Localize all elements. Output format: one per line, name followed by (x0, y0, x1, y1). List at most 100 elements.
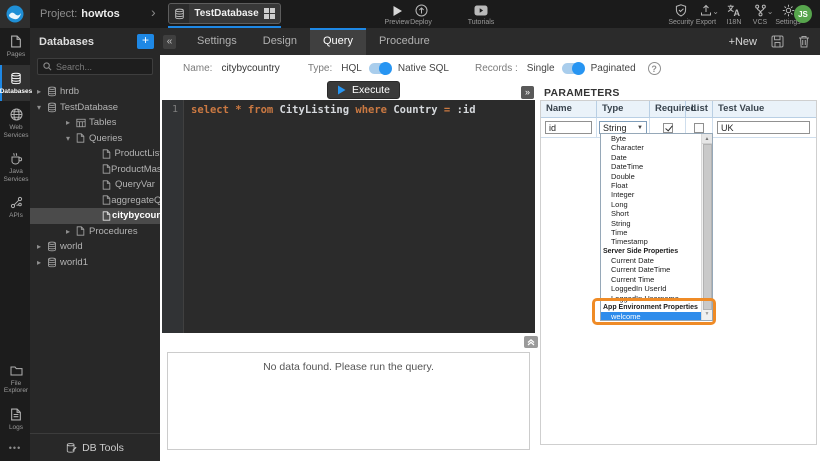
db-tools-button[interactable]: DB Tools (30, 433, 160, 461)
tree-item-productlist[interactable]: ProductList (30, 146, 160, 162)
dropdown-option[interactable]: Float (601, 181, 701, 190)
database-workspace-tab[interactable]: TestDatabase (168, 3, 281, 24)
records-label: Records : (475, 63, 518, 74)
tab-settings[interactable]: Settings (184, 28, 250, 55)
dropdown-option[interactable]: String (601, 219, 701, 228)
add-database-button[interactable]: + (137, 34, 154, 49)
tree-item-citybycountry[interactable]: citybycountry (30, 208, 160, 224)
parameters-table-header: Name Type Required List Test Value (541, 101, 816, 118)
dropdown-option[interactable]: Timestamp (601, 237, 701, 246)
left-icon-sidebar: Pages Databases Web Services Java Servic… (0, 28, 30, 461)
search-input[interactable] (56, 62, 147, 72)
dropdown-option[interactable]: DateTime (601, 162, 701, 171)
tree-item-aggregatequery[interactable]: aggregateQuery (30, 193, 160, 209)
tutorials-button[interactable]: Tutorials (460, 4, 502, 26)
tree-item-testdatabase[interactable]: ▾ TestDatabase (30, 100, 160, 116)
dropdown-option[interactable]: Double (601, 172, 701, 181)
required-checkbox[interactable] (663, 123, 673, 133)
tab-design[interactable]: Design (250, 28, 310, 55)
collapse-results-button[interactable] (524, 336, 538, 348)
tab-procedure[interactable]: Procedure (366, 28, 443, 55)
collapse-panel-button[interactable]: « (163, 35, 176, 49)
project-breadcrumb: Project:howtos (40, 8, 120, 20)
user-avatar[interactable]: JS (794, 5, 812, 23)
query-toolbar: Name: citybycountry Type: HQL Native SQL… (160, 55, 820, 82)
records-option-single[interactable]: Single (527, 63, 555, 74)
dropdown-option[interactable]: Integer (601, 190, 701, 199)
sidebar-item-databases[interactable]: Databases (0, 65, 30, 102)
execute-button[interactable]: Execute (327, 81, 400, 99)
chevron-right-icon[interactable]: ▸ (37, 87, 47, 96)
dropdown-option-selected[interactable]: welcome (601, 312, 701, 320)
list-checkbox[interactable] (694, 123, 704, 133)
tree-item-queries[interactable]: ▾ Queries (30, 131, 160, 147)
dropdown-option[interactable]: Short (601, 209, 701, 218)
tree-item-queryvar[interactable]: QueryVar (30, 177, 160, 193)
more-options-icon[interactable]: ••• (0, 437, 30, 461)
dropdown-option[interactable]: Current DateTime (601, 265, 701, 274)
wavemaker-logo[interactable] (0, 0, 30, 28)
query-name-value: citybycountry (221, 63, 279, 74)
tree-item-tables[interactable]: ▸ Tables (30, 115, 160, 131)
dropdown-option[interactable]: Long (601, 200, 701, 209)
dropdown-option[interactable]: Date (601, 153, 701, 162)
cloud-upload-icon (415, 4, 428, 17)
chevron-right-icon[interactable]: ▸ (66, 227, 76, 236)
chevron-right-icon[interactable]: ▸ (37, 242, 47, 251)
dropdown-group-header: Server Side Properties (601, 247, 701, 256)
tree-item-world[interactable]: ▸ world (30, 239, 160, 255)
dropdown-option[interactable]: Time (601, 228, 701, 237)
scroll-up-icon[interactable]: ▲ (702, 134, 712, 144)
scroll-down-icon[interactable]: ▼ (702, 309, 712, 320)
tree-item-world1[interactable]: ▸ world1 (30, 255, 160, 271)
dropdown-scrollbar[interactable]: ▲ ▼ (701, 134, 712, 320)
grid-view-icon[interactable] (264, 8, 275, 19)
sidebar-item-java-services[interactable]: Java Services (0, 145, 30, 189)
save-icon[interactable] (771, 35, 784, 48)
delete-icon[interactable] (798, 35, 810, 48)
expand-panel-button[interactable]: » (521, 86, 534, 99)
database-icon (47, 257, 60, 268)
tree-item-productmasterlist[interactable]: ProductMasterList (30, 162, 160, 178)
param-test-value-input[interactable] (717, 121, 810, 134)
param-name-input[interactable] (545, 121, 592, 134)
scrollbar-thumb[interactable] (703, 144, 712, 310)
video-icon (474, 4, 488, 17)
search-icon (43, 62, 52, 71)
records-toggle[interactable] (562, 63, 584, 74)
line-number: 1 (172, 104, 178, 115)
tree-item-hrdb[interactable]: ▸ hrdb (30, 84, 160, 100)
dropdown-option[interactable]: Current Time (601, 275, 701, 284)
tab-query[interactable]: Query (310, 28, 366, 55)
file-icon (102, 164, 111, 174)
column-header-type: Type (597, 101, 650, 117)
sql-code-line[interactable]: select * from CityListing where Country … (191, 104, 476, 116)
file-icon (76, 226, 89, 236)
tree-item-procedures[interactable]: ▸ Procedures (30, 224, 160, 240)
sql-editor[interactable]: 1 select * from CityListing where Countr… (162, 100, 535, 333)
dropdown-option[interactable]: LoggedIn Username (601, 294, 701, 303)
new-query-button[interactable]: +New (729, 36, 757, 48)
sidebar-item-logs[interactable]: Logs (0, 401, 30, 438)
chevron-down-icon[interactable]: ▾ (37, 103, 47, 112)
sidebar-item-web-services[interactable]: Web Services (0, 101, 30, 145)
dropdown-option[interactable]: Current Date (601, 256, 701, 265)
type-option-native-sql[interactable]: Native SQL (398, 63, 449, 74)
chevron-right-icon[interactable]: ▸ (66, 118, 76, 127)
help-icon[interactable]: ? (648, 62, 661, 75)
records-option-paginated[interactable]: Paginated (591, 63, 636, 74)
database-search[interactable] (37, 58, 153, 75)
type-toggle[interactable] (369, 63, 391, 74)
type-option-hql[interactable]: HQL (341, 63, 362, 74)
dropdown-option[interactable]: LoggedIn UserId (601, 284, 701, 293)
sidebar-item-pages[interactable]: Pages (0, 28, 30, 65)
chevron-down-icon[interactable]: ▾ (66, 134, 76, 143)
dropdown-option[interactable]: Byte (601, 134, 701, 143)
deploy-button[interactable]: Deploy (402, 4, 440, 26)
sidebar-item-file-explorer[interactable]: File Explorer (0, 358, 30, 401)
chevron-right-icon[interactable]: ▸ (37, 258, 47, 267)
sidebar-item-apis[interactable]: APIs (0, 189, 30, 226)
dropdown-option[interactable]: Character (601, 143, 701, 152)
column-header-name: Name (541, 101, 597, 117)
table-icon (76, 118, 89, 128)
